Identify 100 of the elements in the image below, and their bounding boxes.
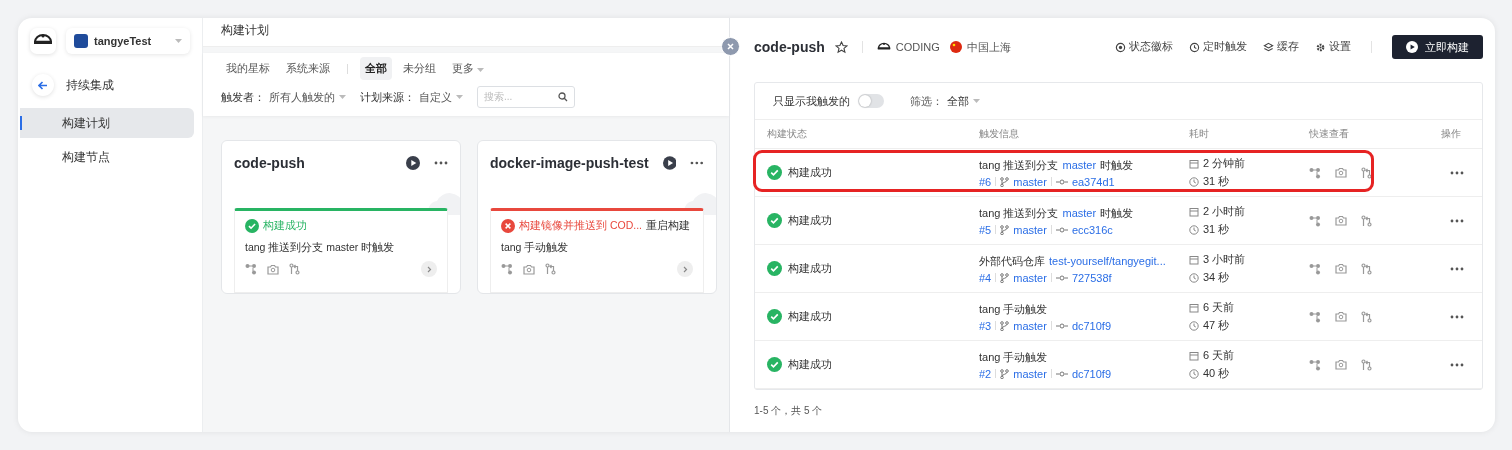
pipeline-icon[interactable]: [245, 263, 257, 275]
branch-link[interactable]: master: [1062, 159, 1097, 171]
branch-link[interactable]: master: [1013, 223, 1047, 236]
commit-link[interactable]: dc710f9: [1071, 367, 1112, 380]
calendar-icon: [1189, 158, 1199, 169]
pull-request-icon[interactable]: [545, 263, 556, 275]
build-time: 6 天前: [1203, 300, 1235, 315]
toggle-switch[interactable]: [858, 94, 884, 108]
project-selector[interactable]: tangyeTest: [66, 28, 190, 54]
play-icon[interactable]: [662, 156, 677, 170]
calendar-icon: [1189, 206, 1199, 217]
branch-link[interactable]: test-yourself/tangyegit...: [1049, 255, 1166, 267]
commit-link[interactable]: ea374d1: [1071, 175, 1115, 188]
toggle-label: 只显示我触发的: [773, 93, 850, 109]
toolbar-link[interactable]: 设置: [1315, 40, 1351, 54]
camera-icon[interactable]: [1335, 311, 1347, 322]
next-button[interactable]: [677, 261, 693, 277]
branch-link[interactable]: master: [1013, 175, 1047, 188]
toolbar-link[interactable]: 缓存: [1263, 40, 1299, 54]
commit-icon: [1055, 322, 1068, 329]
build-number-link[interactable]: #3: [979, 319, 992, 332]
build-duration: 34 秒: [1203, 270, 1230, 285]
back-button[interactable]: [32, 74, 54, 96]
pipeline-icon[interactable]: [501, 263, 513, 275]
pipeline-icon[interactable]: [1309, 310, 1321, 323]
build-duration: 47 秒: [1203, 318, 1230, 333]
plan-card[interactable]: code-push 构建成功 tang 推送到分支 master 时触发: [221, 140, 461, 294]
commit-icon: [1055, 274, 1068, 281]
sidebar-item[interactable]: 构建计划: [20, 108, 194, 138]
commit-link[interactable]: dc710f9: [1071, 319, 1112, 332]
build-now-button[interactable]: 立即构建: [1392, 35, 1483, 59]
trigger-text: tang 推送到分支 master 时触发: [979, 157, 1134, 173]
branch-icon: [1000, 368, 1010, 379]
build-number-link[interactable]: #2: [979, 367, 992, 380]
pull-request-icon[interactable]: [1361, 358, 1372, 371]
branch-icon: [1000, 224, 1010, 235]
pipeline-icon[interactable]: [1309, 358, 1321, 371]
more-icon[interactable]: [1450, 362, 1464, 367]
trigger-text: tang 手动触发: [501, 241, 570, 255]
camera-icon[interactable]: [1335, 215, 1347, 226]
camera-icon[interactable]: [1335, 263, 1347, 274]
branch-icon: [1000, 272, 1010, 283]
filter-tab[interactable]: 我的星标: [221, 57, 275, 80]
more-icon[interactable]: [1450, 314, 1464, 319]
star-icon[interactable]: [834, 40, 848, 54]
plan-card[interactable]: docker-image-push-test 构建镜像并推送到 COD... 重启构建 tang 手动触发: [477, 140, 717, 294]
build-number-link[interactable]: #5: [979, 223, 992, 236]
caret-icon: [339, 95, 346, 99]
play-icon[interactable]: [1406, 41, 1418, 53]
next-button[interactable]: [421, 261, 437, 277]
build-status: 构建成功: [788, 309, 832, 324]
toolbar-link[interactable]: 定时触发: [1189, 40, 1247, 54]
camera-icon[interactable]: [267, 263, 279, 275]
success-icon: [767, 213, 782, 228]
filter-dropdown[interactable]: 筛选： 全部: [910, 93, 980, 109]
more-icon[interactable]: [1450, 218, 1464, 223]
more-icon[interactable]: [1450, 266, 1464, 271]
commit-link[interactable]: ecc316c: [1071, 223, 1113, 236]
filter-tab[interactable]: 系统来源: [281, 57, 335, 80]
rebuild-link[interactable]: 重启构建: [646, 219, 690, 233]
branch-link[interactable]: master: [1013, 319, 1047, 332]
pull-request-icon[interactable]: [1361, 262, 1372, 275]
build-number-link[interactable]: #4: [979, 271, 992, 284]
clock-icon: [1189, 320, 1199, 331]
pull-request-icon[interactable]: [289, 263, 300, 275]
branch-link[interactable]: master: [1013, 367, 1047, 380]
pipeline-icon[interactable]: [1309, 166, 1321, 179]
more-icon[interactable]: [434, 161, 448, 165]
camera-icon[interactable]: [523, 263, 535, 275]
page-title: 构建计划: [203, 18, 729, 47]
settings-icon: [1315, 41, 1326, 53]
pipeline-icon[interactable]: [1309, 214, 1321, 227]
filter-tab[interactable]: 未分组: [398, 57, 441, 80]
build-status: 构建镜像并推送到 COD...: [519, 219, 642, 233]
pull-request-icon[interactable]: [1361, 214, 1372, 227]
branch-link[interactable]: master: [1062, 207, 1097, 219]
filter-tab[interactable]: 全部: [360, 57, 392, 80]
sidebar-item[interactable]: 构建节点: [20, 142, 194, 172]
caret-icon: [456, 95, 463, 99]
pull-request-icon[interactable]: [1361, 310, 1372, 323]
filter-dropdown[interactable]: 计划来源： 自定义: [360, 89, 463, 105]
more-icon[interactable]: [1450, 170, 1464, 175]
build-time: 2 小时前: [1203, 204, 1246, 219]
column-header: 构建状态: [755, 120, 967, 149]
commit-link[interactable]: 727538f: [1071, 271, 1112, 284]
success-icon: [767, 261, 782, 276]
camera-icon[interactable]: [1335, 359, 1347, 370]
pipeline-icon[interactable]: [1309, 262, 1321, 275]
build-time: 2 分钟前: [1203, 156, 1246, 171]
chevron-right-icon: [426, 265, 432, 273]
build-number-link[interactable]: #6: [979, 175, 992, 188]
more-dropdown[interactable]: 更多: [447, 57, 490, 80]
more-icon[interactable]: [690, 161, 704, 165]
filter-dropdown[interactable]: 触发者： 所有人触发的: [221, 89, 346, 105]
camera-icon[interactable]: [1335, 167, 1347, 178]
pull-request-icon[interactable]: [1361, 166, 1372, 179]
toolbar-link[interactable]: 状态徽标: [1115, 40, 1173, 54]
branch-link[interactable]: master: [1013, 271, 1047, 284]
play-icon[interactable]: [406, 156, 420, 170]
clock-icon: [1189, 176, 1199, 187]
